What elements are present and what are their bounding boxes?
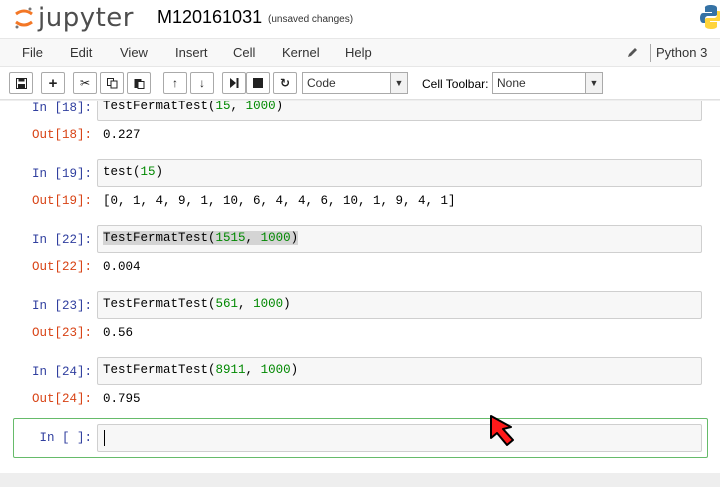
- arrow-up-icon: ↑: [172, 76, 178, 90]
- run-cell-button[interactable]: [222, 72, 246, 94]
- insert-cell-button[interactable]: +: [41, 72, 65, 94]
- pencil-icon[interactable]: [627, 46, 639, 58]
- code-paren: ): [155, 165, 164, 179]
- code-function: TestFermatTest(: [103, 297, 216, 311]
- code-number: 1000: [253, 297, 284, 311]
- code-cell-input[interactable]: TestFermatTest(561, 1000): [97, 291, 702, 319]
- cell-output: 0.004: [103, 260, 141, 274]
- input-prompt: In [23]:: [31, 299, 92, 313]
- interrupt-kernel-button[interactable]: [246, 72, 270, 94]
- menu-bar: File Edit View Insert Cell Kernel Help P…: [0, 38, 720, 67]
- chevron-down-icon: ▼: [390, 73, 407, 93]
- code-cell-input[interactable]: TestFermatTest(1515, 1000): [97, 225, 702, 253]
- code-number: 1000: [260, 231, 291, 245]
- output-prompt: Out[18]:: [31, 128, 92, 142]
- save-button[interactable]: [9, 72, 33, 94]
- main-toolbar: + ✂ ↑ ↓ ↻ Code ▼ Cell Toolbar: None ▼: [0, 67, 720, 100]
- output-prompt: Out[24]:: [31, 392, 92, 406]
- move-up-button[interactable]: ↑: [163, 72, 187, 94]
- cell-output: 0.227: [103, 128, 141, 142]
- input-prompt: In [18]:: [31, 101, 92, 115]
- code-number: 561: [215, 297, 239, 311]
- cell-toolbar-select[interactable]: None ▼: [492, 72, 603, 94]
- arrow-down-icon: ↓: [199, 76, 205, 90]
- kernel-separator: [650, 44, 651, 62]
- restart-kernel-button[interactable]: ↻: [273, 72, 297, 94]
- paste-button[interactable]: [127, 72, 151, 94]
- cell-output: [0, 1, 4, 9, 1, 10, 6, 4, 4, 6, 10, 1, 9…: [103, 194, 456, 208]
- save-status: (unsaved changes): [268, 14, 354, 25]
- code-function: test(: [103, 165, 141, 179]
- notebook-name[interactable]: M120161031: [157, 7, 262, 28]
- restart-icon: ↻: [279, 76, 291, 90]
- input-prompt: In [ ]:: [39, 431, 92, 445]
- menu-view[interactable]: View: [120, 45, 148, 60]
- code-separator: ,: [245, 231, 261, 245]
- save-icon: [15, 77, 27, 89]
- code-cell-input[interactable]: TestFermatTest(15, 1000): [97, 101, 702, 121]
- output-prompt: Out[19]:: [31, 194, 92, 208]
- step-forward-icon: [230, 78, 239, 88]
- input-prompt: In [19]:: [31, 167, 92, 181]
- move-down-button[interactable]: ↓: [190, 72, 214, 94]
- menu-cell[interactable]: Cell: [233, 45, 255, 60]
- code-function: TestFermatTest(: [103, 363, 216, 377]
- output-prompt: Out[23]:: [31, 326, 92, 340]
- cell-output: 0.795: [103, 392, 141, 406]
- output-prompt: Out[22]:: [31, 260, 92, 274]
- plus-icon: +: [48, 74, 58, 92]
- cut-button[interactable]: ✂: [73, 72, 97, 94]
- mouse-pointer-icon: [490, 415, 514, 446]
- code-number: 8911: [215, 363, 246, 377]
- input-prompt: In [24]:: [31, 365, 92, 379]
- copy-button[interactable]: [100, 72, 124, 94]
- selected-code: TestFermatTest(1515, 1000): [103, 231, 299, 245]
- notebook-container: In [18]: TestFermatTest(15, 1000) Out[18…: [0, 101, 720, 473]
- active-code-input[interactable]: [97, 424, 702, 452]
- cell-type-select[interactable]: Code ▼: [302, 72, 408, 94]
- code-number: 1000: [260, 363, 291, 377]
- code-number: 15: [140, 165, 156, 179]
- code-separator: ,: [230, 101, 246, 113]
- code-paren: ): [290, 231, 299, 245]
- code-separator: ,: [245, 363, 261, 377]
- text-cursor: [104, 430, 105, 446]
- cell-toolbar-label: Cell Toolbar:: [422, 77, 489, 91]
- code-separator: ,: [238, 297, 254, 311]
- notebook-header: jupyter M120161031 (unsaved changes): [0, 0, 720, 38]
- jupyter-logo-text: jupyter: [38, 3, 134, 33]
- menu-file[interactable]: File: [22, 45, 43, 60]
- jupyter-orbit-icon: [15, 7, 33, 29]
- code-cell-input[interactable]: TestFermatTest(8911, 1000): [97, 357, 702, 385]
- menu-insert[interactable]: Insert: [175, 45, 208, 60]
- paste-icon: [134, 78, 144, 89]
- scissors-icon: ✂: [79, 76, 91, 90]
- code-number: 1000: [245, 101, 276, 113]
- code-function: TestFermatTest(: [103, 101, 216, 113]
- menu-edit[interactable]: Edit: [70, 45, 92, 60]
- code-number: 15: [215, 101, 231, 113]
- menu-kernel[interactable]: Kernel: [282, 45, 320, 60]
- input-prompt: In [22]:: [31, 233, 92, 247]
- code-paren: ): [275, 101, 284, 113]
- python-logo-icon: [700, 5, 720, 29]
- code-cell-input[interactable]: test(15): [97, 159, 702, 187]
- cell-type-value: Code: [307, 76, 336, 90]
- code-paren: ): [290, 363, 299, 377]
- jupyter-logo[interactable]: jupyter: [14, 2, 134, 34]
- menu-help[interactable]: Help: [345, 45, 372, 60]
- cell-output: 0.56: [103, 326, 134, 340]
- code-number: 1515: [215, 231, 246, 245]
- code-paren: ): [283, 297, 291, 311]
- stop-icon: [253, 78, 263, 88]
- copy-icon: [106, 77, 117, 88]
- code-function: TestFermatTest(: [103, 231, 216, 245]
- page-footer: [0, 473, 720, 487]
- kernel-indicator[interactable]: Python 3: [656, 45, 707, 60]
- cell-toolbar-value: None: [497, 76, 526, 90]
- chevron-down-icon: ▼: [585, 73, 602, 93]
